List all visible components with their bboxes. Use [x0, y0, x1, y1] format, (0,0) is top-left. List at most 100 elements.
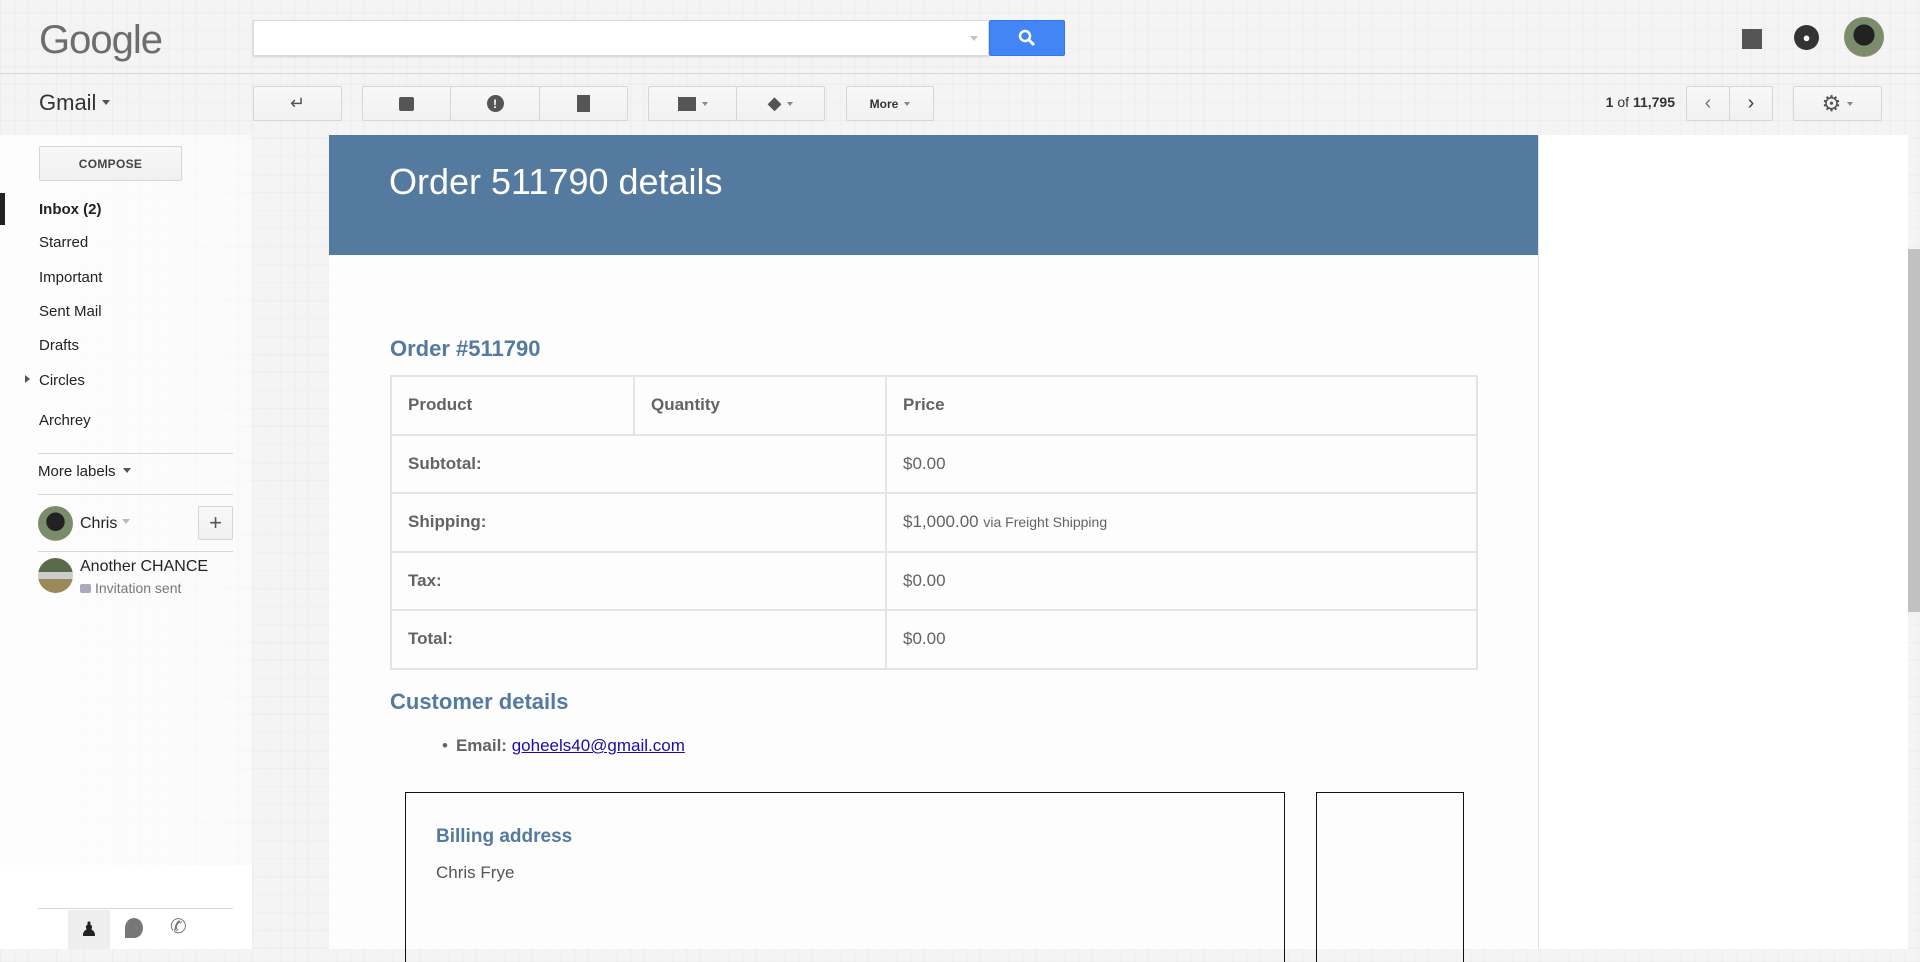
search-options-caret-icon[interactable] — [970, 36, 978, 45]
contacts-tab[interactable]: ♟ — [68, 910, 110, 949]
contact-avatar[interactable] — [38, 558, 73, 593]
spam-icon: ! — [486, 95, 504, 112]
google-logo[interactable]: Google — [39, 18, 163, 63]
order-table: Product Quantity Price Subtotal: $0.00 Ship… — [390, 375, 1478, 670]
customer-email-link[interactable]: goheels40@gmail.com — [512, 736, 685, 755]
delete-button[interactable] — [539, 86, 628, 121]
contact-name[interactable]: Another CHANCE — [80, 558, 208, 576]
page-current: 1 — [1605, 94, 1614, 110]
sidebar-item-sent-mail[interactable]: Sent Mail — [39, 303, 102, 320]
report-spam-button[interactable]: ! — [450, 86, 540, 121]
notifications-bell-icon[interactable]: ● — [1794, 25, 1819, 50]
search-button[interactable] — [989, 20, 1065, 56]
sidebar-item-circles[interactable]: Circles — [39, 372, 85, 389]
back-arrow-icon: ↵ — [289, 93, 306, 113]
archive-icon — [399, 96, 414, 111]
inbox-active-indicator — [0, 193, 5, 225]
table-row: Subtotal: $0.00 — [390, 433, 1478, 494]
search-icon — [1018, 29, 1036, 47]
email-banner: Order 511790 details — [329, 135, 1538, 255]
gear-icon: ⚙ — [1821, 90, 1842, 116]
chevron-down-icon — [102, 99, 111, 109]
right-pane — [1539, 135, 1908, 949]
phone-icon[interactable]: ✆ — [170, 914, 187, 939]
row-amount: $0.00 — [903, 570, 946, 590]
pagination-count: 1 of 11,795 — [1606, 94, 1675, 110]
sidebar-bg — [0, 135, 252, 865]
more-label: More — [869, 96, 899, 111]
older-button[interactable]: › — [1729, 86, 1773, 121]
contact-status-text: Invitation sent — [95, 580, 182, 596]
move-to-button[interactable] — [648, 86, 737, 121]
apps-grid-icon[interactable] — [1742, 29, 1762, 49]
user-avatar — [38, 506, 73, 541]
customer-details-heading: Customer details — [390, 689, 569, 714]
table-row: Shipping: $1,000.00 via Freight Shipping — [390, 492, 1478, 553]
order-heading: Order #511790 — [390, 336, 541, 361]
settings-button[interactable]: ⚙ — [1793, 86, 1882, 121]
row-value: $1,000.00 via Freight Shipping — [885, 492, 1478, 553]
shipping-method: via Freight Shipping — [983, 514, 1108, 531]
email-title: Order 511790 details — [389, 161, 723, 202]
gmail-label: Gmail — [39, 90, 97, 115]
chevron-down-icon — [1847, 102, 1854, 109]
header-product: Product — [390, 375, 635, 436]
back-button[interactable]: ↵ — [253, 86, 342, 121]
sidebar-item-archrey[interactable]: Archrey — [39, 412, 91, 429]
envelope-icon — [80, 584, 91, 593]
sidebar-item-starred[interactable]: Starred — [39, 234, 88, 251]
bullet: • — [442, 736, 448, 755]
contact-status: Invitation sent — [80, 580, 181, 596]
page-of: of — [1617, 94, 1630, 110]
row-amount: $0.00 — [903, 629, 946, 649]
folder-icon — [677, 96, 696, 111]
chevron-left-icon: ‹ — [1704, 92, 1712, 114]
row-label: Subtotal: — [390, 433, 887, 494]
hangouts-user-name: Chris — [80, 515, 118, 532]
person-icon: ♟ — [80, 919, 98, 941]
chevron-down-icon — [122, 467, 131, 477]
row-label: Shipping: — [390, 492, 887, 553]
chevron-down-icon — [787, 102, 794, 109]
billing-address-box: Billing address Chris Frye — [405, 792, 1285, 962]
expand-circles-icon[interactable] — [25, 375, 34, 383]
table-header-row: Product Quantity Price — [390, 375, 1478, 436]
trash-icon — [577, 95, 590, 112]
header-quantity: Quantity — [633, 375, 887, 436]
archive-button[interactable] — [362, 86, 451, 121]
table-row: Total: $0.00 — [390, 609, 1478, 670]
newer-button[interactable]: ‹ — [1686, 86, 1730, 121]
chevron-down-icon — [904, 102, 911, 109]
more-labels-toggle[interactable]: More labels — [38, 463, 131, 480]
plus-icon: + — [209, 510, 222, 535]
chevron-down-icon — [701, 102, 708, 109]
customer-email-item: • Email: goheels40@gmail.com — [442, 736, 685, 756]
email-label: Email: — [455, 736, 507, 755]
scrollbar-thumb[interactable] — [1908, 249, 1920, 612]
gmail-menu[interactable]: Gmail — [39, 90, 111, 116]
new-conversation-button[interactable]: + — [198, 506, 233, 540]
hangouts-user-menu[interactable]: Chris — [80, 515, 130, 533]
row-value: $0.00 — [885, 433, 1478, 494]
billing-heading: Billing address — [436, 826, 573, 847]
billing-name: Chris Frye — [436, 863, 515, 882]
search-input[interactable] — [253, 20, 989, 56]
page-total: 11,795 — [1632, 94, 1675, 110]
divider — [38, 551, 233, 552]
account-avatar[interactable] — [1844, 17, 1884, 57]
row-label: Tax: — [390, 550, 887, 611]
more-button[interactable]: More — [846, 86, 934, 121]
row-label: Total: — [390, 609, 887, 670]
labels-button[interactable]: ◆ — [736, 86, 825, 121]
header-price: Price — [885, 375, 1478, 436]
sidebar-item-inbox[interactable]: Inbox (2) — [39, 201, 102, 218]
row-value: $0.00 — [885, 609, 1478, 670]
shipping-address-box — [1316, 792, 1464, 962]
compose-button[interactable]: COMPOSE — [39, 146, 182, 181]
divider — [38, 453, 233, 454]
label-tag-icon: ◆ — [767, 93, 782, 113]
sidebar-item-important[interactable]: Important — [39, 269, 102, 286]
sidebar-item-drafts[interactable]: Drafts — [39, 337, 79, 354]
hangouts-tab-icon[interactable] — [125, 918, 143, 938]
header-divider — [0, 73, 1920, 74]
